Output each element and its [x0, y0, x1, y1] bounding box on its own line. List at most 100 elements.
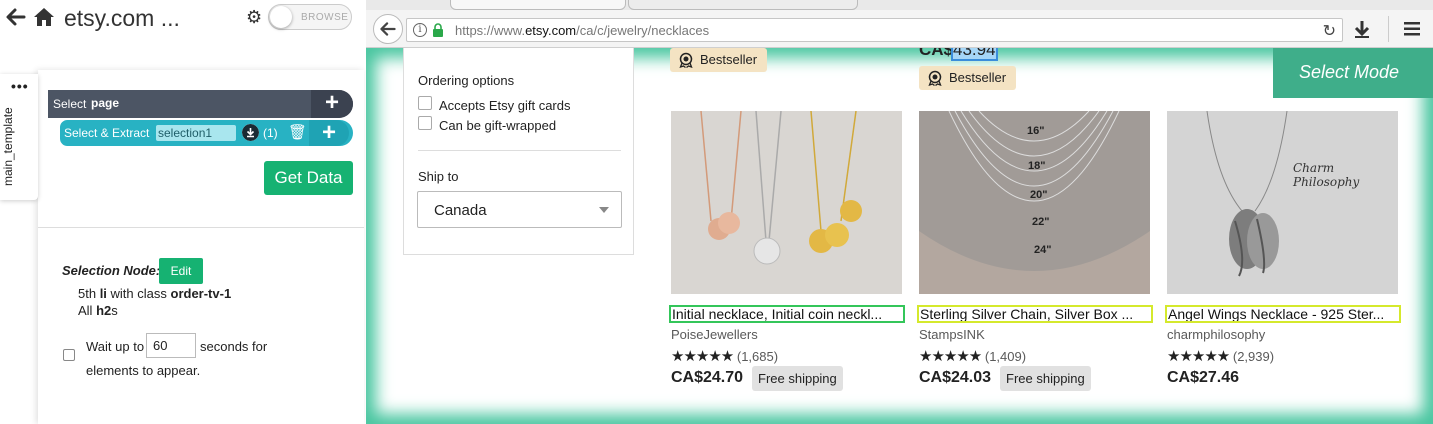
star-icons: ★★★★★ [671, 348, 734, 365]
back-arrow-icon[interactable] [4, 6, 26, 28]
product-title[interactable]: Sterling Silver Chain, Silver Box ... [917, 305, 1153, 323]
back-button[interactable] [373, 14, 403, 44]
add-command-button[interactable]: + [311, 90, 353, 118]
edit-button[interactable]: Edit [159, 258, 203, 284]
divider [38, 227, 364, 228]
panel-topbar: etsy.com ... ⚙ BROWSE [0, 0, 366, 38]
highlighted-price: 43.94 [951, 48, 998, 61]
hamburger-menu-icon[interactable] [1404, 22, 1420, 36]
ordering-heading: Ordering options [418, 73, 515, 88]
award-icon [928, 70, 942, 86]
browser-tab[interactable] [450, 0, 626, 10]
select-page-command[interactable]: Select page + [48, 90, 353, 118]
selection-count: (1) [263, 126, 278, 140]
product-price: CA$24.03 [919, 369, 992, 386]
selection-node-description: 5th li with class order-tv-1 All h2s [78, 285, 231, 319]
info-icon[interactable]: i [413, 23, 427, 37]
length-label: 22" [1032, 216, 1050, 228]
download-arrow-icon[interactable] [1354, 20, 1370, 38]
select-extract-command[interactable]: Select & Extract selection1 (1) 🗑 + [60, 120, 353, 146]
project-title: etsy.com ... [64, 5, 180, 31]
product-image[interactable]: Charm Philosophy [1167, 111, 1398, 294]
filters-panel: Ordering options Accepts Etsy gift cards… [403, 48, 634, 255]
node-line-2: All h2s [78, 303, 118, 318]
select-page-prefix: Select [53, 97, 87, 111]
browse-label: BROWSE [301, 12, 349, 23]
browser-tab[interactable] [628, 0, 858, 10]
length-label: 18" [1028, 160, 1046, 172]
gift-cards-checkbox[interactable] [418, 96, 432, 110]
bestseller-label: Bestseller [700, 52, 758, 67]
review-count: (1,685) [736, 349, 779, 364]
length-label: 20" [1030, 189, 1048, 201]
tab-strip [366, 0, 1433, 10]
wait-suffix: seconds for [200, 339, 268, 354]
free-shipping-badge: Free shipping [1000, 366, 1091, 391]
download-icon[interactable] [242, 124, 259, 141]
product-title[interactable]: Angel Wings Necklace - 925 Ster... [1165, 305, 1401, 323]
add-subcommand-button[interactable]: + [309, 120, 349, 146]
gift-wrap-label[interactable]: Can be gift-wrapped [439, 118, 556, 133]
rating: ★★★★★ (2,939) [1167, 347, 1274, 365]
wait-checkbox[interactable] [63, 349, 75, 361]
get-data-button[interactable]: Get Data [264, 161, 353, 195]
template-tab-label: main_template [1, 107, 15, 186]
rating: ★★★★★ (1,685) [671, 347, 778, 365]
wait-seconds-input[interactable]: 60 [146, 333, 196, 358]
gift-wrap-checkbox[interactable] [418, 116, 432, 130]
selection-node-label: Selection Node: [62, 263, 161, 278]
angel-wings-illustration [1167, 111, 1398, 294]
product-price: CA$27.46 [1167, 369, 1240, 386]
product-price: CA$24.70 [671, 369, 744, 386]
toolbar-separator [1388, 16, 1389, 42]
wait-prefix: Wait up to [86, 339, 145, 354]
review-count: (2,939) [1232, 349, 1275, 364]
award-icon [679, 52, 693, 68]
lock-icon [433, 23, 443, 37]
free-shipping-badge: Free shipping [752, 366, 843, 391]
select-page-target: page [91, 96, 120, 110]
gift-cards-label[interactable]: Accepts Etsy gift cards [439, 98, 571, 113]
necklace-lengths-illustration [919, 111, 1150, 294]
partial-price: CA$43.94 [919, 48, 998, 61]
parsehub-panel: etsy.com ... ⚙ BROWSE ••• main_template … [0, 0, 366, 424]
page-viewport: Ordering options Accepts Etsy gift cards… [366, 48, 1433, 424]
address-bar[interactable]: i https://www.etsy.com/ca/c/jewelry/neck… [406, 18, 1343, 42]
brand-script-text: Charm Philosophy [1293, 161, 1360, 189]
ship-to-heading: Ship to [418, 169, 459, 184]
star-icons: ★★★★★ [1167, 348, 1230, 365]
ship-to-select[interactable]: Canada [417, 191, 622, 228]
product-image[interactable] [671, 111, 902, 294]
browser-toolbar: i https://www.etsy.com/ca/c/jewelry/neck… [366, 10, 1433, 48]
divider [418, 150, 621, 151]
trash-icon[interactable]: 🗑 [288, 123, 307, 141]
length-label: 16" [1027, 125, 1045, 137]
url-text: https://www.etsy.com/ca/c/jewelry/neckla… [455, 23, 710, 38]
toggle-knob [270, 6, 292, 28]
select-mode-banner: Select Mode [1273, 48, 1433, 98]
selection-name-input[interactable]: selection1 [156, 125, 236, 141]
home-icon[interactable] [33, 6, 55, 28]
product-image[interactable]: 16" 18" 20" 22" 24" [919, 111, 1150, 294]
ship-to-value: Canada [434, 202, 487, 219]
shop-name[interactable]: charmphilosophy [1167, 327, 1265, 342]
product-title[interactable]: Initial necklace, Initial coin neckl... [669, 305, 905, 323]
select-extract-prefix: Select & Extract [64, 126, 150, 140]
node-line-1: 5th li with class order-tv-1 [78, 286, 232, 301]
bestseller-badge: Bestseller [919, 66, 1017, 90]
shop-name[interactable]: StampsINK [919, 327, 985, 342]
wait-line-2: elements to appear. [86, 363, 201, 378]
reload-icon[interactable]: ↻ [1323, 21, 1336, 41]
browse-toggle[interactable]: BROWSE [268, 4, 352, 30]
bestseller-label: Bestseller [949, 70, 1007, 85]
main-template-tab[interactable]: ••• main_template [0, 74, 38, 200]
review-count: (1,409) [984, 349, 1027, 364]
gear-icon[interactable]: ⚙ [246, 7, 262, 28]
shop-name[interactable]: PoiseJewellers [671, 327, 758, 342]
embedded-browser: i https://www.etsy.com/ca/c/jewelry/neck… [366, 0, 1433, 424]
more-icon[interactable]: ••• [11, 78, 29, 94]
star-icons: ★★★★★ [919, 348, 982, 365]
length-label: 24" [1034, 244, 1052, 256]
chevron-down-icon [599, 207, 609, 213]
rating: ★★★★★ (1,409) [919, 347, 1026, 365]
